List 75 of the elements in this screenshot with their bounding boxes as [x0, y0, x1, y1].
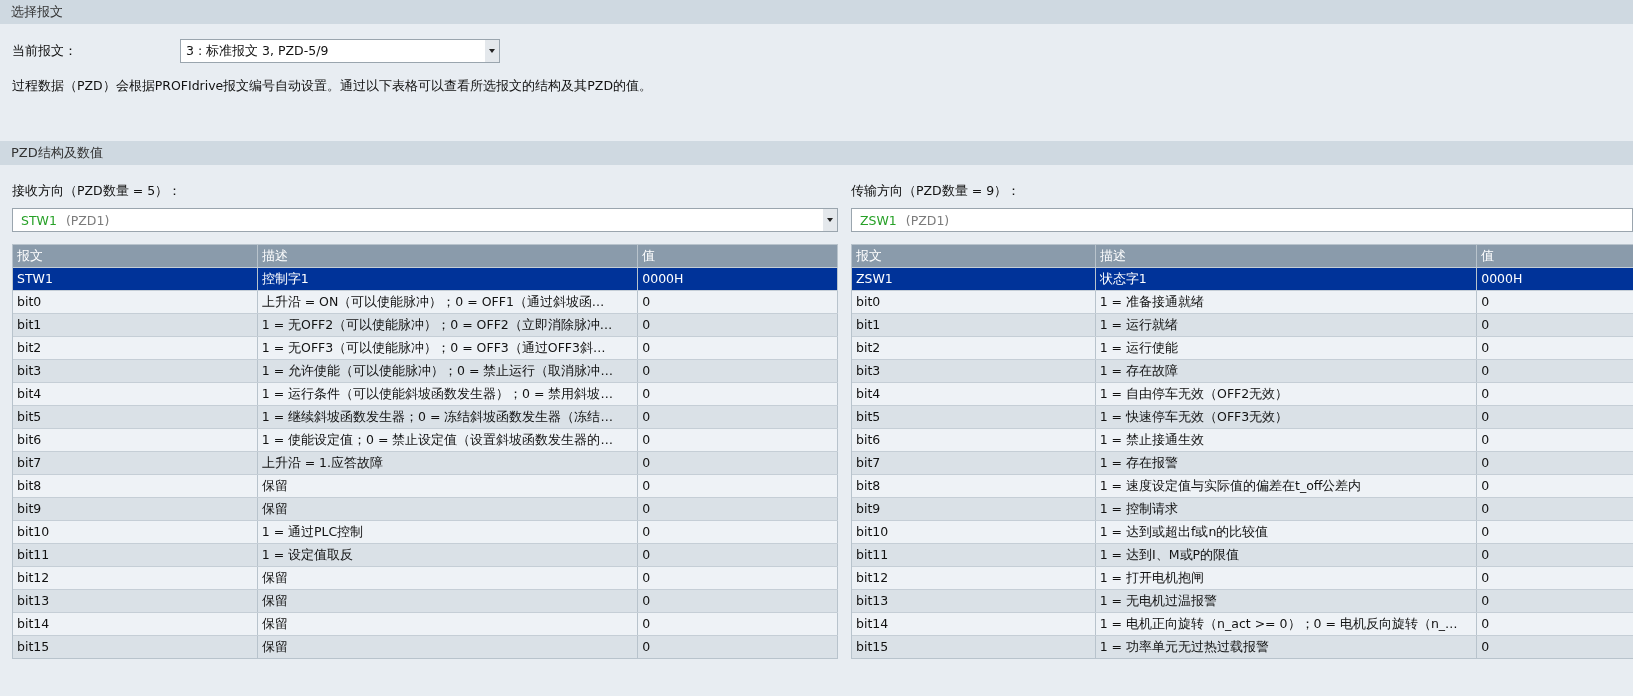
direction-label: 传输方向（PZD数量 = 9）：	[851, 182, 1022, 200]
telegram-dropdown[interactable]: 3 : 标准报文 3, PZD-5/9	[180, 39, 500, 63]
table-cell-text: 0	[1480, 293, 1491, 311]
selector-pzd: (PZD1)	[65, 212, 110, 228]
table-row[interactable]: bit4 1 = 自由停车无效（OFF2无效） 0	[852, 382, 1633, 405]
table-row[interactable]: bit14 1 = 电机正向旋转（n_act >= 0）；0 = 电机反向旋转（n_… 0	[852, 612, 1633, 635]
table-cell-text: 0	[1480, 592, 1491, 610]
table-row[interactable]: bit8 保留 0	[13, 474, 838, 497]
table-row[interactable]: bit6 1 = 禁止接通生效 0	[852, 428, 1633, 451]
table-cell: bit15	[13, 636, 258, 658]
table-cell-text: 0	[1480, 339, 1491, 357]
table-cell-text: 0	[1480, 385, 1491, 403]
table-row[interactable]: bit0 上升沿 = ON（可以使能脉冲）；0 = OFF1（通过斜坡函… 0	[13, 290, 838, 313]
table-row[interactable]: bit4 1 = 运行条件（可以使能斜坡函数发生器）；0 = 禁用斜坡… 0	[13, 382, 838, 405]
table-cell-text: 0	[1480, 569, 1491, 587]
table-row[interactable]: bit10 1 = 通过PLC控制 0	[13, 520, 838, 543]
table-cell-text: 0	[1480, 362, 1491, 380]
field-label: 当前报文：	[12, 42, 78, 60]
table-cell-text: 0000H	[1480, 270, 1524, 288]
table-cell-text: 0	[1480, 638, 1491, 656]
table-cell-text: 0	[1480, 546, 1491, 564]
table-cell-text: 0	[1480, 477, 1491, 495]
pzd-selector[interactable]: ZSW1 (PZD1)	[851, 208, 1633, 232]
table-cell: 0	[638, 636, 838, 658]
table-cell-text: 0	[1480, 316, 1491, 334]
table-row[interactable]: bit3 1 = 允许使能（可以使能脉冲）；0 = 禁止运行（取消脉冲… 0	[13, 359, 838, 382]
table-row[interactable]: bit5 1 = 快速停车无效（OFF3无效） 0	[852, 405, 1633, 428]
description-text: 过程数据（PZD）会根据PROFIdrive报文编号自动设置。通过以下表格可以查看所选报文的结构及其PZD的值。	[11, 77, 654, 95]
caret-icon	[489, 49, 495, 53]
table-row[interactable]: bit3 1 = 存在故障 0	[852, 359, 1633, 382]
table-row[interactable]: bit12 保留 0	[13, 566, 838, 589]
table-row[interactable]: bit0 1 = 准备接通就绪 0	[852, 290, 1633, 313]
table-row[interactable]: bit2 1 = 无OFF3（可以使能脉冲）；0 = OFF3（通过OFF3斜… 0	[13, 336, 838, 359]
table-cell-text: 0	[1480, 431, 1491, 449]
table-row[interactable]: bit5 1 = 继续斜坡函数发生器；0 = 冻结斜坡函数发生器（冻结… 0	[13, 405, 838, 428]
table-row[interactable]: bit7 上升沿 = 1.应答故障 0	[13, 451, 838, 474]
dropdown-value: 3 : 标准报文 3, PZD-5/9	[185, 42, 330, 60]
table-row[interactable]: bit15 保留 0	[13, 635, 838, 658]
table-row[interactable]: STW1 控制字1 0000H	[13, 267, 838, 290]
table-row[interactable]: bit6 1 = 使能设定值；0 = 禁止设定值（设置斜坡函数发生器的… 0	[13, 428, 838, 451]
dropdown-button[interactable]	[485, 40, 499, 62]
table-row[interactable]: bit11 1 = 达到I、M或P的限值 0	[852, 543, 1633, 566]
table-cell-text: 0	[1480, 454, 1491, 472]
table-row[interactable]: bit1 1 = 无OFF2（可以使能脉冲）；0 = OFF2（立即消除脉冲… 0	[13, 313, 838, 336]
selector-pzd: (PZD1)	[905, 212, 950, 228]
table-row[interactable]: bit10 1 = 达到或超出f或n的比较值 0	[852, 520, 1633, 543]
table-cell: 1 = 功率单元无过热过载报警	[1095, 636, 1478, 658]
table-cell-text: 0	[1480, 523, 1491, 541]
selector-name: STW1	[21, 212, 57, 228]
table-row[interactable]: bit15 1 = 功率单元无过热过载报警 0	[852, 635, 1633, 658]
table-row[interactable]: bit1 1 = 运行就绪 0	[852, 313, 1633, 336]
table-row[interactable]: bit9 1 = 控制请求 0	[852, 497, 1633, 520]
direction-label: 接收方向（PZD数量 = 5）：	[12, 182, 183, 200]
table-row[interactable]: ZSW1 状态字1 0000H	[852, 267, 1633, 290]
section-header: 选择报文	[0, 0, 1633, 24]
table-row[interactable]: bit12 1 = 打开电机抱闸 0	[852, 566, 1633, 589]
dropdown-button[interactable]	[823, 209, 837, 231]
table-row[interactable]: bit8 1 = 速度设定值与实际值的偏差在t_off公差内 0	[852, 474, 1633, 497]
table-cell-text: 0	[1480, 615, 1491, 633]
section-header: PZD结构及数值	[0, 141, 1633, 165]
table-cell: bit15	[852, 636, 1096, 658]
table-cell: 保留	[257, 636, 639, 658]
table-row[interactable]: bit7 1 = 存在报警 0	[852, 451, 1633, 474]
table-row[interactable]: bit11 1 = 设定值取反 0	[13, 543, 838, 566]
caret-icon	[827, 218, 833, 222]
table-row[interactable]: bit14 保留 0	[13, 612, 838, 635]
table-row[interactable]: bit9 保留 0	[13, 497, 838, 520]
selector-name: ZSW1	[860, 212, 897, 228]
table-cell-text: 0	[1480, 500, 1491, 518]
table-cell-text: 0	[1480, 408, 1491, 426]
pzd-selector[interactable]: STW1 (PZD1)	[12, 208, 838, 232]
table-row[interactable]: bit2 1 = 运行使能 0	[852, 336, 1633, 359]
column-header: 值	[1480, 247, 1496, 265]
table-row[interactable]: bit13 保留 0	[13, 589, 838, 612]
table-row[interactable]: bit13 1 = 无电机过温报警 0	[852, 589, 1633, 612]
